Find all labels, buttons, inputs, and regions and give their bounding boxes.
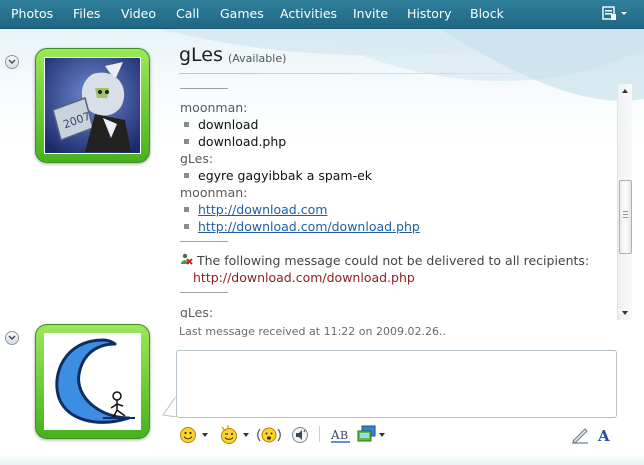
contact-status: (Available) bbox=[228, 52, 287, 65]
conversation-history[interactable]: moonman: download download.php gLes: egy… bbox=[180, 78, 616, 318]
red-x-person-icon bbox=[181, 253, 193, 265]
error-text: The following message could not be deliv… bbox=[196, 253, 590, 268]
svg-text:B: B bbox=[340, 429, 348, 442]
bullet bbox=[184, 173, 189, 178]
font-icon: A B bbox=[330, 428, 350, 443]
message-line: download.php bbox=[184, 134, 286, 149]
scroll-thumb[interactable] bbox=[619, 180, 632, 254]
text-style-icon: A bbox=[597, 427, 610, 445]
backgrounds-button[interactable] bbox=[357, 424, 387, 446]
message-separator bbox=[180, 88, 228, 89]
backgrounds-icon bbox=[357, 425, 376, 442]
text-style-button[interactable]: A bbox=[595, 424, 615, 446]
own-avatar[interactable] bbox=[35, 324, 150, 439]
wink-icon bbox=[221, 425, 237, 444]
message-sender: moonman: bbox=[180, 100, 248, 115]
bullet bbox=[184, 224, 189, 229]
menu-video[interactable]: Video bbox=[121, 0, 156, 28]
contact-picture: 2007 bbox=[44, 57, 141, 154]
scroll-down-arrow[interactable] bbox=[621, 309, 629, 317]
contact-avatar[interactable]: 2007 bbox=[35, 48, 150, 163]
message-line: http://download.com/download.php bbox=[184, 219, 420, 234]
error-url: http://download.com/download.php bbox=[193, 270, 415, 285]
nudge-button[interactable] bbox=[257, 424, 281, 446]
last-message-status: Last message received at 11:22 on 2009.0… bbox=[179, 325, 446, 338]
menu-photos[interactable]: Photos bbox=[11, 0, 53, 28]
delivery-error: The following message could not be deliv… bbox=[180, 253, 589, 268]
message-text: egyre gagyibbak a spam-ek bbox=[198, 168, 373, 183]
chevron-down-icon bbox=[379, 433, 385, 437]
message-line: http://download.com bbox=[184, 202, 327, 217]
emoticon-button[interactable] bbox=[179, 424, 211, 446]
chevron-down-icon bbox=[243, 433, 249, 437]
message-separator bbox=[180, 292, 228, 293]
message-link[interactable]: http://download.com/download.php bbox=[198, 219, 420, 234]
own-picture bbox=[44, 333, 141, 430]
thumb-grip bbox=[623, 211, 628, 212]
wink-button[interactable] bbox=[219, 424, 251, 446]
compose-toolbar: A B A bbox=[176, 422, 616, 448]
menu-bar: Photos Files Video Call Games Activities… bbox=[0, 0, 644, 29]
message-separator bbox=[180, 241, 228, 242]
svg-text:A: A bbox=[597, 427, 610, 445]
smiley-icon bbox=[180, 427, 196, 443]
voice-clip-icon bbox=[292, 427, 308, 443]
bullet bbox=[184, 207, 189, 212]
message-line: egyre gagyibbak a spam-ek bbox=[184, 168, 372, 183]
window-menu-icon[interactable] bbox=[602, 6, 630, 22]
handwriting-button[interactable] bbox=[570, 424, 590, 446]
menu-call[interactable]: Call bbox=[176, 0, 199, 28]
menu-block[interactable]: Block bbox=[470, 0, 504, 28]
bullet bbox=[184, 122, 189, 127]
menu-history[interactable]: History bbox=[407, 0, 451, 28]
conversation-scrollbar[interactable] bbox=[617, 84, 632, 320]
contact-name: gLes bbox=[179, 44, 223, 66]
message-text: download.php bbox=[198, 134, 287, 149]
collapse-contact-button[interactable] bbox=[5, 55, 19, 69]
bullet bbox=[184, 139, 189, 144]
message-link[interactable]: http://download.com bbox=[198, 202, 327, 217]
menu-invite[interactable]: Invite bbox=[353, 0, 388, 28]
header-divider bbox=[179, 73, 616, 74]
message-sender: gLes: bbox=[180, 151, 214, 166]
font-button[interactable]: A B bbox=[330, 424, 352, 446]
menu-games[interactable]: Games bbox=[220, 0, 264, 28]
chevron-down-icon bbox=[202, 433, 208, 437]
message-input[interactable] bbox=[176, 350, 617, 418]
nudge-icon bbox=[257, 427, 281, 443]
message-line: download bbox=[184, 117, 258, 132]
message-text: download bbox=[198, 117, 259, 132]
scroll-up-arrow[interactable] bbox=[621, 87, 629, 95]
toolbar-divider bbox=[319, 426, 320, 442]
thumb-grip bbox=[623, 217, 628, 218]
window-footer bbox=[0, 455, 644, 465]
collapse-own-button[interactable] bbox=[5, 331, 19, 345]
handwriting-icon bbox=[572, 428, 588, 444]
menu-files[interactable]: Files bbox=[73, 0, 100, 28]
message-sender: moonman: bbox=[180, 185, 248, 200]
voice-clip-button[interactable] bbox=[290, 424, 312, 446]
thumb-grip bbox=[623, 214, 628, 215]
svg-text:A: A bbox=[330, 428, 340, 442]
menu-activities[interactable]: Activities bbox=[280, 0, 337, 28]
message-sender: gLes: bbox=[180, 305, 214, 318]
